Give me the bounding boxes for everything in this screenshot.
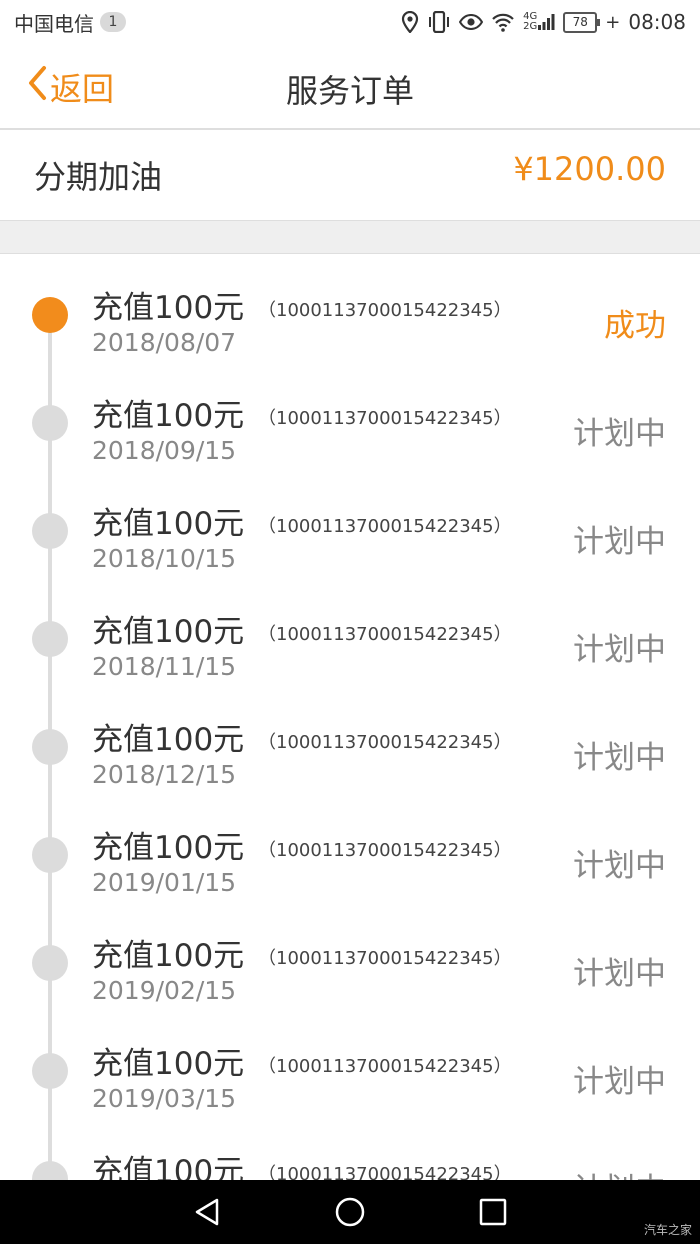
recents-square-icon[interactable] — [477, 1196, 509, 1228]
item-date: 2018/12/15 — [92, 760, 237, 789]
timeline-item[interactable]: 充值100元 （1000113700015422345） 2019/03/15 … — [0, 1010, 700, 1118]
item-title: 充值100元 — [92, 1046, 245, 1082]
item-status: 计划中 — [573, 632, 666, 668]
timeline-item[interactable]: 充值100元 （1000113700015422345） 计划中 — [0, 1118, 700, 1180]
item-order-number: （1000113700015422345） — [258, 1056, 512, 1077]
timeline-dot — [32, 729, 68, 765]
network-type-2g: 2G — [523, 21, 538, 32]
item-date: 2019/02/15 — [92, 976, 237, 1005]
item-status: 计划中 — [573, 848, 666, 884]
timeline-item[interactable]: 充值100元 （1000113700015422345） 2018/12/15 … — [0, 686, 700, 794]
back-triangle-icon[interactable] — [192, 1196, 224, 1228]
battery-icon: 78 — [563, 11, 601, 33]
status-left: 中国电信 1 — [14, 8, 126, 37]
item-title: 充值100元 — [92, 722, 245, 758]
status-right: 4G 2G 78 + 08:08 — [401, 10, 686, 34]
order-timeline: 充值100元 （1000113700015422345） 2018/08/07 … — [0, 254, 700, 1180]
timeline-dot — [32, 1053, 68, 1089]
item-order-number: （1000113700015422345） — [258, 1164, 512, 1180]
eye-icon — [459, 13, 484, 31]
location-icon — [401, 11, 419, 33]
item-date: 2018/10/15 — [92, 544, 237, 573]
item-status: 计划中 — [573, 1164, 666, 1180]
timeline-item[interactable]: 充值100元 （1000113700015422345） 2018/09/15 … — [0, 362, 700, 470]
page-title: 服务订单 — [285, 72, 414, 110]
timeline-dot — [32, 513, 68, 549]
item-title: 充值100元 — [92, 830, 245, 866]
nav-bar: 返回 服务订单 — [0, 44, 700, 130]
item-order-number: （1000113700015422345） — [258, 624, 512, 645]
item-order-number: （1000113700015422345） — [258, 840, 512, 861]
timeline-dot — [32, 945, 68, 981]
item-order-number: （1000113700015422345） — [258, 948, 512, 969]
timeline-item[interactable]: 充值100元 （1000113700015422345） 2019/02/15 … — [0, 902, 700, 1010]
timeline-item[interactable]: 充值100元 （1000113700015422345） 2018/10/15 … — [0, 470, 700, 578]
timeline-dot-active — [32, 297, 68, 333]
clock: 08:08 — [628, 10, 686, 34]
timeline-item[interactable]: 充值100元 （1000113700015422345） 2018/11/15 … — [0, 578, 700, 686]
item-title: 充值100元 — [92, 506, 245, 542]
item-status: 计划中 — [573, 416, 666, 452]
timeline-dot — [32, 405, 68, 441]
vibrate-icon — [427, 11, 451, 33]
section-divider — [0, 221, 700, 254]
timeline-item[interactable]: 充值100元 （1000113700015422345） 2019/01/15 … — [0, 794, 700, 902]
status-bar: 中国电信 1 4G 2G 78 + 08:08 — [0, 0, 700, 44]
item-title: 充值100元 — [92, 614, 245, 650]
item-status: 计划中 — [573, 1064, 666, 1100]
signal-icon: 4G 2G — [523, 12, 555, 32]
timeline-dot — [32, 837, 68, 873]
item-title: 充值100元 — [92, 1154, 245, 1180]
order-summary: 分期加油 ¥1200.00 — [0, 130, 700, 221]
item-title: 充值100元 — [92, 290, 245, 326]
summary-amount: ¥1200.00 — [513, 150, 666, 188]
item-status: 计划中 — [573, 956, 666, 992]
item-status: 计划中 — [573, 524, 666, 560]
item-status: 计划中 — [573, 740, 666, 776]
item-date: 2019/01/15 — [92, 868, 237, 897]
carrier-name: 中国电信 — [14, 11, 94, 36]
wifi-icon — [491, 12, 515, 32]
item-order-number: （1000113700015422345） — [258, 408, 512, 429]
item-date: 2019/03/15 — [92, 1084, 237, 1113]
item-order-number: （1000113700015422345） — [258, 300, 512, 321]
item-date: 2018/08/07 — [92, 328, 237, 357]
item-status: 成功 — [604, 308, 666, 344]
item-date: 2018/09/15 — [92, 436, 237, 465]
watermark: 汽车之家 — [643, 1223, 692, 1237]
item-title: 充值100元 — [92, 938, 245, 974]
charging-icon: + — [605, 11, 621, 33]
system-nav-bar: 汽车之家 — [0, 1180, 700, 1244]
item-order-number: （1000113700015422345） — [258, 732, 512, 753]
item-order-number: （1000113700015422345） — [258, 516, 512, 537]
notification-badge: 1 — [100, 12, 126, 32]
timeline-dot — [32, 621, 68, 657]
home-circle-icon[interactable] — [334, 1196, 366, 1228]
item-date: 2018/11/15 — [92, 652, 237, 681]
item-title: 充值100元 — [92, 398, 245, 434]
timeline-item[interactable]: 充值100元 （1000113700015422345） 2018/08/07 … — [0, 254, 700, 362]
summary-label: 分期加油 — [34, 158, 163, 196]
timeline-dot — [32, 1161, 68, 1180]
